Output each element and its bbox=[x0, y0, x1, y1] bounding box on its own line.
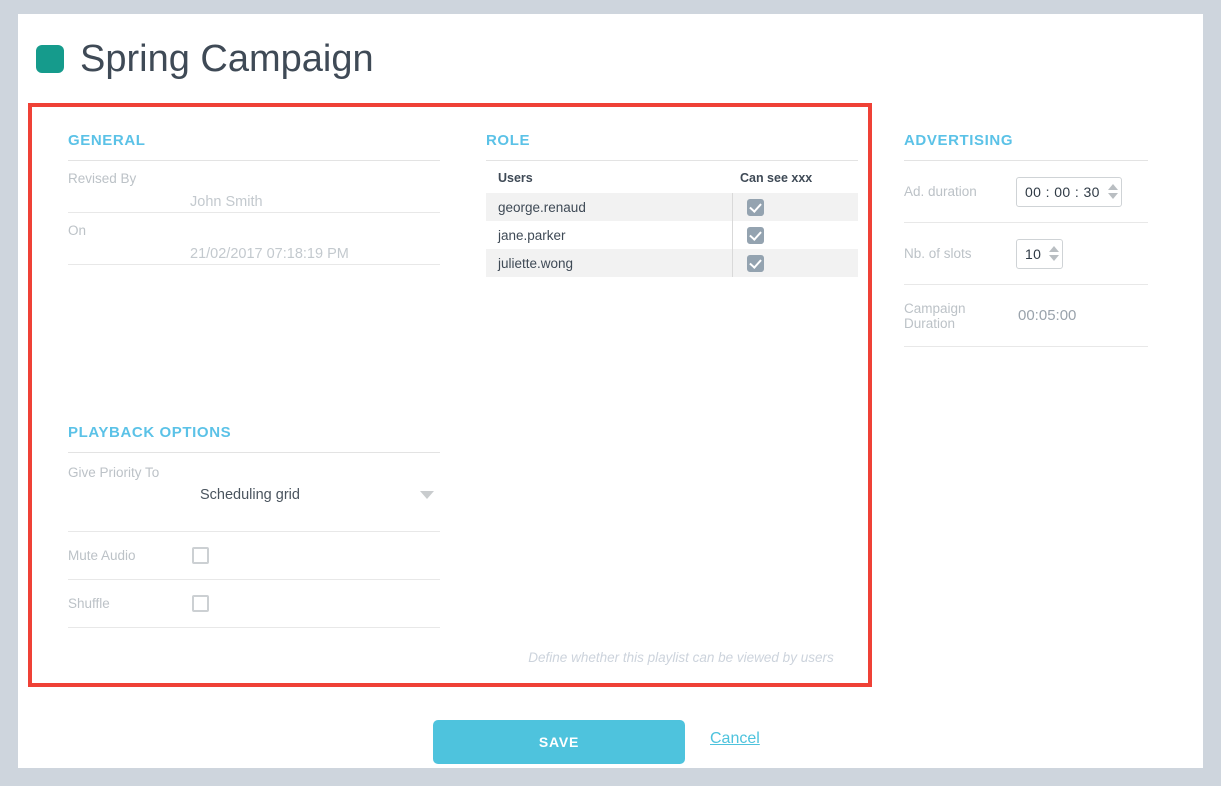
ad-duration-control: 00 : 00 : 30 bbox=[1016, 176, 1148, 207]
role-hint-text: Define whether this playlist can be view… bbox=[528, 650, 834, 665]
playback-options-heading: PLAYBACK OPTIONS bbox=[68, 424, 232, 441]
chevron-down-icon[interactable] bbox=[1049, 255, 1060, 261]
table-row[interactable]: george.renaud bbox=[486, 193, 858, 221]
role-user-name: jane.parker bbox=[498, 227, 566, 243]
advertising-section: ADVERTISING Ad. duration 00 : 00 : 30 Nb… bbox=[904, 132, 1148, 347]
role-user-name: juliette.wong bbox=[498, 255, 574, 271]
ad-duration-label: Ad. duration bbox=[904, 184, 977, 199]
revised-on-label: On bbox=[68, 223, 87, 238]
ad-duration-value: 00 : 00 : 30 bbox=[1025, 183, 1100, 200]
role-section: ROLE Users Can see xxx george.renaud jan… bbox=[486, 132, 858, 277]
shuffle-label: Shuffle bbox=[68, 596, 110, 611]
campaign-color-swatch-icon bbox=[36, 45, 64, 73]
revised-on-value: 21/02/2017 07:18:19 PM bbox=[190, 246, 349, 262]
role-section-heading: ROLE bbox=[486, 132, 531, 149]
can-see-checkbox[interactable] bbox=[747, 198, 764, 216]
role-column-can-see: Can see xxx bbox=[739, 171, 813, 185]
can-see-checkbox[interactable] bbox=[747, 226, 764, 244]
revised-by-value: John Smith bbox=[190, 194, 263, 210]
nb-of-slots-spinner-arrows[interactable] bbox=[1049, 246, 1060, 261]
role-can-see-cell bbox=[733, 226, 778, 244]
page-title: Spring Campaign bbox=[36, 40, 374, 78]
page-title-text: Spring Campaign bbox=[80, 38, 374, 80]
role-column-users: Users bbox=[498, 171, 533, 185]
save-button[interactable]: SAVE bbox=[433, 720, 685, 764]
nb-of-slots-stepper[interactable]: 10 bbox=[1016, 238, 1064, 269]
chevron-up-icon[interactable] bbox=[1107, 184, 1118, 190]
general-section: GENERAL Revised By John Smith On 21/02/2… bbox=[68, 132, 440, 265]
mute-audio-row: Mute Audio bbox=[68, 532, 440, 580]
shuffle-checkbox[interactable] bbox=[192, 595, 209, 612]
give-priority-to-label: Give Priority To bbox=[68, 465, 160, 480]
table-row[interactable]: jane.parker bbox=[486, 221, 858, 249]
give-priority-to-value: Scheduling grid bbox=[200, 487, 300, 503]
ad-duration-row: Ad. duration 00 : 00 : 30 bbox=[904, 161, 1148, 223]
table-row[interactable]: juliette.wong bbox=[486, 249, 858, 277]
general-section-heading: GENERAL bbox=[68, 132, 146, 149]
nb-of-slots-control: 10 bbox=[1016, 238, 1148, 269]
cancel-link[interactable]: Cancel bbox=[710, 730, 760, 748]
role-section-divider bbox=[486, 160, 858, 161]
role-users-table: Users Can see xxx george.renaud jane.par… bbox=[486, 171, 858, 277]
footer-actions: SAVE Cancel bbox=[18, 704, 1203, 768]
revised-by-label: Revised By bbox=[68, 171, 137, 186]
give-priority-to-row: Give Priority To Scheduling grid bbox=[68, 453, 440, 532]
revised-on-row: On 21/02/2017 07:18:19 PM bbox=[68, 213, 440, 265]
mute-audio-checkbox[interactable] bbox=[192, 547, 209, 564]
role-can-see-cell bbox=[733, 254, 778, 272]
chevron-down-icon bbox=[420, 491, 434, 499]
nb-of-slots-value: 10 bbox=[1025, 245, 1042, 262]
role-table-header: Users Can see xxx bbox=[486, 171, 858, 193]
nb-of-slots-row: Nb. of slots 10 bbox=[904, 223, 1148, 285]
campaign-settings-card: Spring Campaign GENERAL Revised By John … bbox=[18, 14, 1203, 768]
shuffle-row: Shuffle bbox=[68, 580, 440, 628]
can-see-checkbox[interactable] bbox=[747, 254, 764, 272]
role-user-name: george.renaud bbox=[498, 199, 586, 215]
campaign-duration-label: Campaign Duration bbox=[904, 300, 966, 331]
playback-options-section: PLAYBACK OPTIONS Give Priority To Schedu… bbox=[68, 424, 440, 628]
campaign-duration-value: 00:05:00 bbox=[1018, 307, 1077, 324]
chevron-up-icon[interactable] bbox=[1049, 246, 1060, 252]
campaign-duration-row: Campaign Duration 00:05:00 bbox=[904, 285, 1148, 347]
role-can-see-cell bbox=[733, 198, 778, 216]
advertising-section-heading: ADVERTISING bbox=[904, 132, 1014, 149]
revised-by-row: Revised By John Smith bbox=[68, 161, 440, 213]
ad-duration-stepper[interactable]: 00 : 00 : 30 bbox=[1016, 176, 1122, 207]
ad-duration-spinner-arrows[interactable] bbox=[1107, 184, 1118, 199]
give-priority-to-select[interactable]: Scheduling grid bbox=[190, 463, 440, 511]
mute-audio-label: Mute Audio bbox=[68, 548, 136, 563]
chevron-down-icon[interactable] bbox=[1107, 193, 1118, 199]
nb-of-slots-label: Nb. of slots bbox=[904, 246, 972, 261]
